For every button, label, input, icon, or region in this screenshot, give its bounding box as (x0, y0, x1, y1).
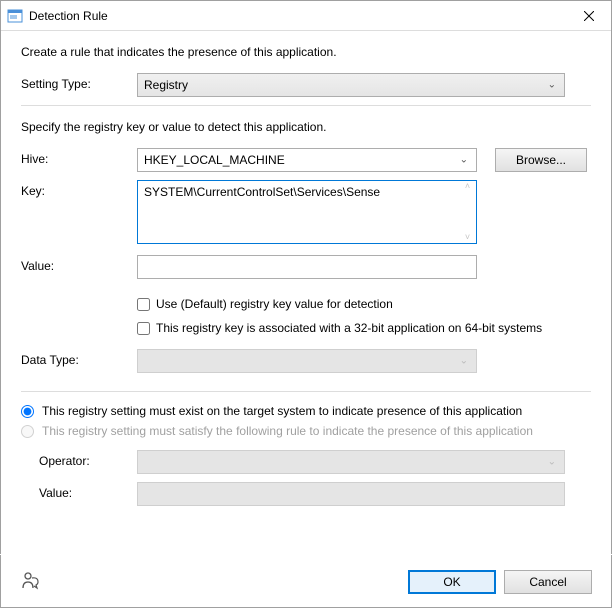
chevron-down-icon: ⌄ (460, 155, 468, 166)
intro-text: Create a rule that indicates the presenc… (21, 45, 591, 59)
divider (21, 105, 591, 106)
close-icon (584, 11, 594, 21)
key-label: Key: (21, 180, 137, 198)
titlebar: Detection Rule (1, 1, 611, 31)
feedback-icon[interactable] (20, 570, 40, 593)
operator-dropdown: ⌄ (137, 450, 565, 474)
use-default-label: Use (Default) registry key value for det… (156, 297, 393, 311)
hive-label: Hive: (21, 148, 137, 166)
hive-dropdown[interactable]: HKEY_LOCAL_MACHINE ⌄ (137, 148, 477, 172)
data-type-label: Data Type: (21, 349, 137, 367)
radio-satisfy-rule-label: This registry setting must satisfy the f… (42, 424, 533, 438)
radio-must-exist-label: This registry setting must exist on the … (42, 404, 522, 418)
chevron-down-icon: ⌄ (548, 80, 556, 91)
specify-text: Specify the registry key or value to det… (21, 120, 591, 134)
close-button[interactable] (566, 1, 611, 31)
data-type-dropdown: ⌄ (137, 349, 477, 373)
browse-button[interactable]: Browse... (495, 148, 587, 172)
assoc-32bit-checkbox[interactable] (137, 322, 150, 335)
operator-label: Operator: (39, 450, 137, 468)
divider (21, 391, 591, 392)
value-input[interactable] (137, 255, 477, 279)
chevron-down-icon: ⌄ (460, 356, 468, 367)
radio-must-exist[interactable] (21, 405, 34, 418)
chevron-down-icon: ⌄ (548, 457, 556, 468)
setting-type-value: Registry (144, 78, 188, 92)
value-label: Value: (21, 255, 137, 273)
cancel-button[interactable]: Cancel (504, 570, 592, 594)
setting-type-dropdown[interactable]: Registry ⌄ (137, 73, 565, 97)
window-title: Detection Rule (29, 9, 566, 23)
ok-button[interactable]: OK (408, 570, 496, 594)
hive-value: HKEY_LOCAL_MACHINE (144, 153, 285, 167)
rule-value-label: Value: (39, 482, 137, 500)
use-default-checkbox[interactable] (137, 298, 150, 311)
app-icon (7, 8, 23, 24)
key-input[interactable] (137, 180, 477, 244)
assoc-32bit-label: This registry key is associated with a 3… (156, 321, 542, 335)
setting-type-label: Setting Type: (21, 73, 137, 91)
footer: OK Cancel (0, 554, 612, 608)
rule-value-input (137, 482, 565, 506)
radio-satisfy-rule (21, 425, 34, 438)
